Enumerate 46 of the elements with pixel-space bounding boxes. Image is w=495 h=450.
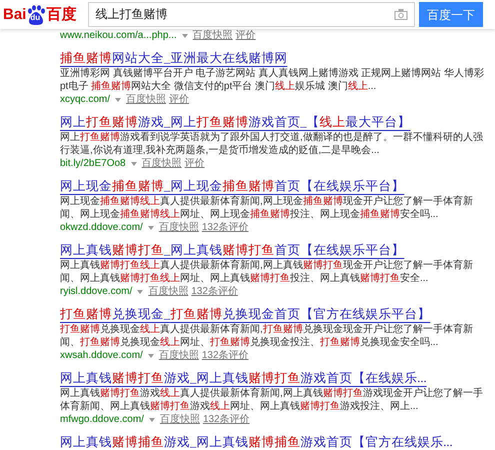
caret-icon[interactable]	[137, 290, 144, 294]
result-url: xcyqc.com/	[60, 93, 110, 106]
result-snippet: 网上现金捕鱼赌博线上真人提供最新体育新闻,网上现金捕鱼赌博现金开户让您了解一手体育新闻、网上现金捕鱼赌博线上网址、网上现金捕鱼赌博投注、网上现金捕鱼赌博安全吗...	[60, 195, 474, 221]
result-title[interactable]: 打鱼赌博兑换现金_打鱼赌博兑换现金首页【官方在线娱乐平台】	[60, 306, 430, 323]
rating-link[interactable]: 132条评价	[191, 285, 238, 298]
snapshot-link[interactable]: 百度快照	[160, 413, 200, 426]
search-button[interactable]: 百度一下	[419, 2, 483, 27]
snapshot-link[interactable]: 百度快照	[158, 349, 199, 362]
snapshot-link[interactable]: 百度快照	[148, 285, 188, 298]
caret-icon[interactable]	[148, 354, 154, 358]
snapshot-link[interactable]: 百度快照	[142, 157, 182, 170]
result-title[interactable]: 捕鱼赌博网站大全_亚洲最大在线赌博网	[60, 50, 288, 67]
result-snippet: 网上打鱼赌博游戏看到说学英语就为了跟外国人打交道,做翻译的也是醉了。一群不懂科研的人强行装逼,你说有道理,我补充两题条,一是货币增发造成的贬值,二是早晚会...	[60, 131, 484, 157]
result-url: mfwgo.ddove.com/	[60, 413, 144, 426]
result-snippet: 亚洲博彩网 真钱赌博平台开户 电子游艺网站 真人真钱网上赌博游戏 正规网上赌博网站 华人博彩pt电子 捕鱼赌博网站大全 微信支付的pt平台 澳门线上娱乐城 澳门线上...	[60, 67, 485, 93]
rating-link[interactable]: 评价	[184, 157, 205, 170]
rating-link[interactable]: 评价	[236, 29, 256, 42]
result-url: xwsah.ddove.com/	[60, 349, 143, 362]
rating-link[interactable]: 132条评价	[202, 413, 250, 426]
rating-link[interactable]: 132条评价	[202, 221, 249, 234]
rating-link[interactable]: 132条评价	[202, 349, 249, 362]
caret-icon[interactable]	[148, 418, 155, 422]
result-title[interactable]: 网上打鱼赌博游戏_网上打鱼赌博游戏首页_【线上最大平台】	[60, 114, 410, 131]
result-title[interactable]: 网上真钱赌博打鱼游戏_网上真钱赌博打鱼游戏首页【在线娱乐...	[60, 370, 427, 387]
result-url: www.neikou.com/a...php...	[60, 29, 177, 42]
result-snippet: 网上真钱赌博打鱼游戏线上真人提供最新体育新闻,网上真钱赌博打鱼游戏现金开户让您了解一手体育新闻、网上真钱赌博打鱼游戏线上网址、网上真钱赌博打鱼游戏投注、网上...	[60, 387, 484, 413]
result-url: bit.ly/2bE7Oo8	[60, 157, 126, 170]
result-snippet: 打鱼赌博兑换现金线上真人提供最新体育新闻,打鱼赌博兑换现金现金开户让您了解一手体育新闻、打鱼赌博兑换现金线上网址、打鱼赌博兑换现金投注、打鱼赌博兑换现金安全吗...	[60, 323, 474, 349]
snapshot-link[interactable]: 百度快照	[192, 29, 233, 42]
caret-icon[interactable]	[148, 226, 154, 230]
result-snippet: 网上真钱赌博打鱼线上真人提供最新体育新闻,网上真钱赌博打鱼现金开户让您了解一手体育新闻、网上真钱赌博打鱼线上网址、网上真钱赌博打鱼投注、网上真钱赌博打鱼安全...	[60, 259, 474, 285]
logo-text: Bai	[3, 7, 26, 22]
caret-icon[interactable]	[182, 34, 188, 38]
result-url: okwzd.ddove.com/	[60, 221, 143, 234]
caret-icon[interactable]	[115, 98, 122, 102]
result-url: ryisl.ddove.com/	[60, 285, 132, 298]
result-title[interactable]: 网上真钱赌博捕鱼游戏_网上真钱赌博捕鱼游戏首页【官方在线娱乐...	[60, 434, 453, 450]
snapshot-link[interactable]: 百度快照	[126, 93, 166, 106]
result-title[interactable]: 网上现金捕鱼赌博_网上现金捕鱼赌博首页【在线娱乐平台】	[60, 178, 404, 195]
snapshot-link[interactable]: 百度快照	[158, 221, 199, 234]
search-field[interactable]: 线上打鱼赌博	[88, 2, 415, 27]
camera-icon[interactable]	[394, 9, 408, 20]
logo-text: 百度	[46, 7, 76, 22]
rating-link[interactable]: 评价	[169, 93, 190, 106]
result-title[interactable]: 网上真钱赌博打鱼_网上真钱赌博打鱼首页【在线娱乐平台】	[60, 242, 404, 259]
caret-icon[interactable]	[130, 162, 137, 166]
